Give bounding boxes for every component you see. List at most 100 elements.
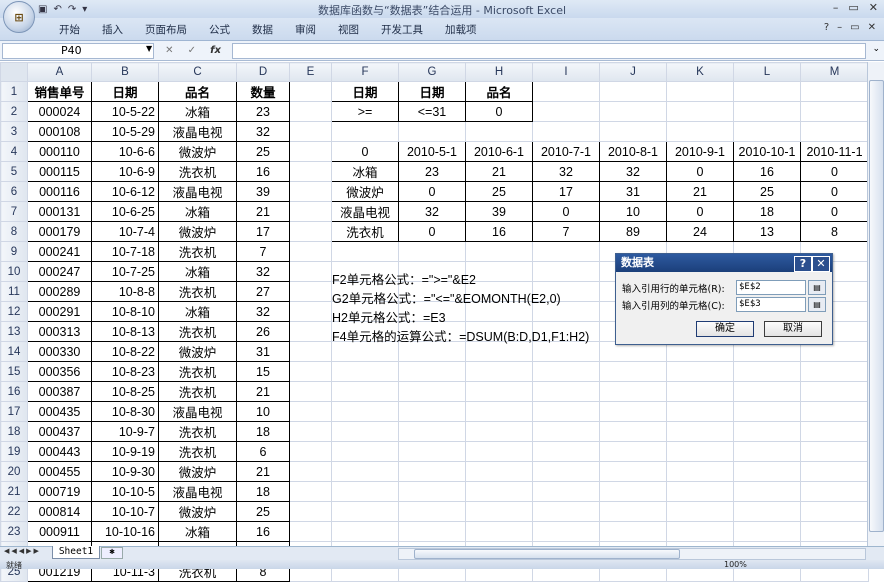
cell-l17[interactable] <box>733 401 801 422</box>
cell-h7[interactable]: 39 <box>465 201 533 222</box>
cell-f6[interactable]: 微波炉 <box>331 181 399 202</box>
col-input-field[interactable]: $E$3 <box>736 297 806 312</box>
cell-b17[interactable]: 10-8-30 <box>91 401 159 422</box>
help-icon[interactable]: ? <box>824 22 829 33</box>
cell-f4[interactable]: 0 <box>331 141 399 162</box>
cell-d17[interactable]: 10 <box>236 401 290 422</box>
cell-h5[interactable]: 21 <box>465 161 533 182</box>
cell-d9[interactable]: 7 <box>236 241 290 262</box>
column-header-g[interactable]: G <box>398 62 466 82</box>
cell-k6[interactable]: 21 <box>666 181 734 202</box>
row-input-field[interactable]: $E$2 <box>736 280 806 295</box>
cell-a11[interactable]: 000289 <box>27 281 92 302</box>
cell-j4[interactable]: 2010-8-1 <box>599 141 667 162</box>
cell-a22[interactable]: 000814 <box>27 501 92 522</box>
row-header[interactable]: 22 <box>0 501 28 522</box>
cell-m6[interactable]: 0 <box>800 181 869 202</box>
cell-b23[interactable]: 10-10-16 <box>91 521 159 542</box>
cell-h20[interactable] <box>465 461 533 482</box>
column-header-m[interactable]: M <box>800 62 869 82</box>
cell-j22[interactable] <box>599 501 667 522</box>
cell-b10[interactable]: 10-7-25 <box>91 261 159 282</box>
row-header[interactable]: 13 <box>0 321 28 342</box>
cell-j2[interactable] <box>599 101 667 122</box>
cell-d2[interactable]: 23 <box>236 101 290 122</box>
cell-g18[interactable] <box>398 421 466 442</box>
cell-a12[interactable]: 000291 <box>27 301 92 322</box>
cell-e16[interactable] <box>289 381 332 402</box>
cell-i5[interactable]: 32 <box>532 161 600 182</box>
cell-m2[interactable] <box>800 101 869 122</box>
dialog-help-button[interactable]: ? <box>794 256 812 272</box>
cell-k5[interactable]: 0 <box>666 161 734 182</box>
cell-g5[interactable]: 23 <box>398 161 466 182</box>
cell-i22[interactable] <box>532 501 600 522</box>
cell-e6[interactable] <box>289 181 332 202</box>
cell-e12[interactable] <box>289 301 332 322</box>
cell-e11[interactable] <box>289 281 332 302</box>
cell-c8[interactable]: 微波炉 <box>158 221 237 242</box>
cell-b8[interactable]: 10-7-4 <box>91 221 159 242</box>
cell-f23[interactable] <box>331 521 399 542</box>
cell-j1[interactable] <box>599 81 667 102</box>
cell-k22[interactable] <box>666 501 734 522</box>
cell-i20[interactable] <box>532 461 600 482</box>
cell-c18[interactable]: 洗衣机 <box>158 421 237 442</box>
cell-h15[interactable] <box>465 361 533 382</box>
row-header[interactable]: 2 <box>0 101 28 122</box>
cell-a7[interactable]: 000131 <box>27 201 92 222</box>
row-header[interactable]: 14 <box>0 341 28 362</box>
cell-j20[interactable] <box>599 461 667 482</box>
horizontal-scroll-thumb[interactable] <box>414 549 680 559</box>
row-header[interactable]: 8 <box>0 221 28 242</box>
column-header-b[interactable]: B <box>91 62 159 82</box>
cell-c3[interactable]: 液晶电视 <box>158 121 237 142</box>
zoom-level[interactable]: 100% <box>724 560 747 569</box>
cell-i7[interactable]: 0 <box>532 201 600 222</box>
cell-j6[interactable]: 31 <box>599 181 667 202</box>
cell-f5[interactable]: 冰箱 <box>331 161 399 182</box>
ok-button[interactable]: 确定 <box>696 321 754 337</box>
cell-m22[interactable] <box>800 501 869 522</box>
cell-a5[interactable]: 000115 <box>27 161 92 182</box>
cell-b2[interactable]: 10-5-22 <box>91 101 159 122</box>
ribbon-minimize-icon[interactable]: – <box>837 22 842 33</box>
cell-d22[interactable]: 25 <box>236 501 290 522</box>
cell-f17[interactable] <box>331 401 399 422</box>
cell-f3[interactable] <box>331 121 399 142</box>
cell-f20[interactable] <box>331 461 399 482</box>
cell-h9[interactable] <box>465 241 533 262</box>
column-header-e[interactable]: E <box>289 62 332 82</box>
cell-e23[interactable] <box>289 521 332 542</box>
cell-c23[interactable]: 冰箱 <box>158 521 237 542</box>
cell-c12[interactable]: 冰箱 <box>158 301 237 322</box>
row-header[interactable]: 20 <box>0 461 28 482</box>
cell-f2[interactable]: >= <box>331 101 399 122</box>
cell-b19[interactable]: 10-9-19 <box>91 441 159 462</box>
cell-l15[interactable] <box>733 361 801 382</box>
cell-m4[interactable]: 2010-11-1 <box>800 141 869 162</box>
cell-d4[interactable]: 25 <box>236 141 290 162</box>
cell-c11[interactable]: 洗衣机 <box>158 281 237 302</box>
row-header[interactable]: 4 <box>0 141 28 162</box>
cell-d14[interactable]: 31 <box>236 341 290 362</box>
cell-i3[interactable] <box>532 121 600 142</box>
cell-k8[interactable]: 24 <box>666 221 734 242</box>
cell-g20[interactable] <box>398 461 466 482</box>
cell-h21[interactable] <box>465 481 533 502</box>
cell-l23[interactable] <box>733 521 801 542</box>
cell-l8[interactable]: 13 <box>733 221 801 242</box>
column-header-d[interactable]: D <box>236 62 290 82</box>
cell-b7[interactable]: 10-6-25 <box>91 201 159 222</box>
cell-l18[interactable] <box>733 421 801 442</box>
cell-a4[interactable]: 000110 <box>27 141 92 162</box>
column-header-h[interactable]: H <box>465 62 533 82</box>
cell-e18[interactable] <box>289 421 332 442</box>
cell-g17[interactable] <box>398 401 466 422</box>
cell-c1[interactable]: 品名 <box>158 81 237 102</box>
cell-e20[interactable] <box>289 461 332 482</box>
cell-g3[interactable] <box>398 121 466 142</box>
row-header[interactable]: 5 <box>0 161 28 182</box>
row-header[interactable]: 23 <box>0 521 28 542</box>
cell-l22[interactable] <box>733 501 801 522</box>
